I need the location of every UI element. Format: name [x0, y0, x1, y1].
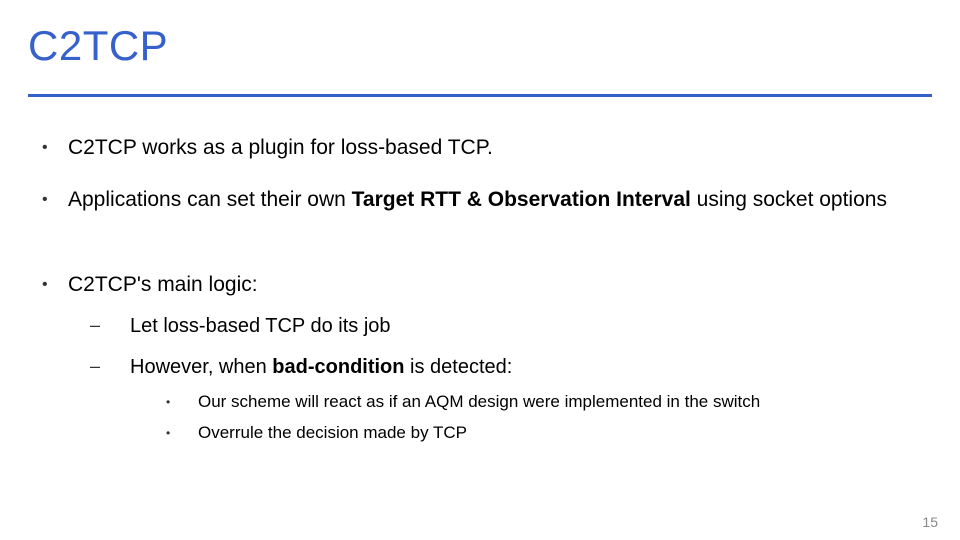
- title-underline: [28, 94, 932, 97]
- bullet-text: Our scheme will react as if an AQM desig…: [198, 392, 760, 411]
- sub-bullet-item: Let loss-based TCP do its job: [68, 313, 932, 340]
- bullet-list-level1: C2TCP works as a plugin for loss-based T…: [28, 134, 932, 445]
- slide-content: C2TCP works as a plugin for loss-based T…: [28, 120, 932, 445]
- page-number: 15: [922, 514, 938, 530]
- bullet-text: C2TCP works as a plugin for loss-based T…: [68, 136, 493, 159]
- sub-sub-bullet-item: Overrule the decision made by TCP: [130, 422, 932, 445]
- bullet-item: Applications can set their own Target RT…: [28, 186, 932, 214]
- bullet-bold: Target RTT & Observation Interval: [352, 188, 691, 211]
- bullet-text: Overrule the decision made by TCP: [198, 423, 467, 442]
- bullet-text: C2TCP's main logic:: [68, 273, 258, 296]
- sub-bullet-item: However, when bad-condition is detected:…: [68, 354, 932, 445]
- bullet-text: However, when: [130, 356, 272, 378]
- bullet-list-level2: Let loss-based TCP do its job However, w…: [68, 313, 932, 445]
- bullet-text: Applications can set their own: [68, 188, 352, 211]
- sub-sub-bullet-item: Our scheme will react as if an AQM desig…: [130, 391, 932, 414]
- bullet-text: using socket options: [691, 188, 887, 211]
- bullet-list-level3: Our scheme will react as if an AQM desig…: [130, 391, 932, 445]
- bullet-item: C2TCP works as a plugin for loss-based T…: [28, 134, 932, 162]
- slide-title: C2TCP: [28, 22, 168, 70]
- slide: C2TCP C2TCP works as a plugin for loss-b…: [0, 0, 960, 540]
- bullet-item: C2TCP's main logic: Let loss-based TCP d…: [28, 271, 932, 445]
- bullet-text: Let loss-based TCP do its job: [130, 315, 391, 337]
- bullet-bold: bad-condition: [272, 356, 404, 378]
- bullet-text: is detected:: [405, 356, 513, 378]
